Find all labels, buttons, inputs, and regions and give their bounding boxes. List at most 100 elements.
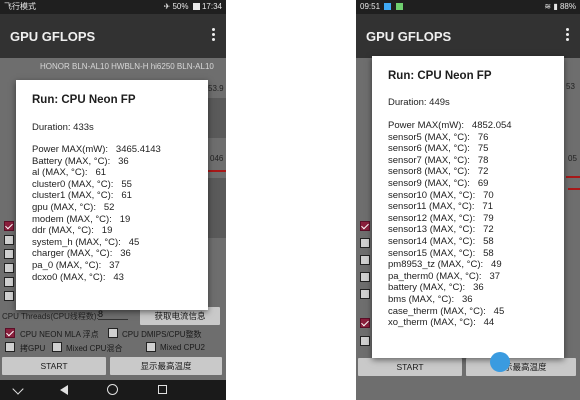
- mixed-cpu2-label: Mixed CPU2: [160, 343, 205, 352]
- recent-apps-icon[interactable]: [158, 385, 167, 394]
- cpu-threads-input[interactable]: 8: [98, 309, 128, 320]
- result-line: ddr (MAX, °C): 19: [32, 225, 113, 237]
- mixed-cpu2-checkbox[interactable]: [146, 342, 156, 352]
- result-line: battery (MAX, °C): 36: [388, 282, 484, 294]
- bg-checkbox-5[interactable]: [4, 277, 14, 287]
- dialog-duration: Duration: 433s: [32, 122, 94, 133]
- result-line: sensor11 (MAX, °C): 71: [388, 201, 493, 213]
- notification-icon: [384, 3, 392, 10]
- dialog-title: Run: CPU Neon FP: [32, 94, 136, 106]
- edge-value-mid: 046: [210, 154, 224, 163]
- graph-line-2: [568, 188, 580, 190]
- bg-checkbox-1[interactable]: [4, 221, 14, 231]
- battery-icon: [192, 3, 200, 10]
- airplane-icon: ✈: [163, 2, 171, 11]
- edge-value-top: 53.9: [208, 84, 224, 93]
- result-line: sensor12 (MAX, °C): 79: [388, 212, 494, 224]
- results-list: Power MAX(mW): 3465.4143 Battery (MAX, °…: [32, 144, 161, 283]
- device-info: HONOR BLN-AL10 HWBLN-H hi6250 BLN-AL10: [40, 62, 214, 71]
- clock: 09:51: [360, 2, 381, 11]
- result-line: sensor10 (MAX, °C): 70: [388, 189, 494, 201]
- cpu-dmips-label: CPU DMIPS/CPU整数: [122, 330, 202, 339]
- status-bar: 09:51 ≋ ▮ 88%: [356, 0, 580, 14]
- overflow-menu-icon[interactable]: [562, 28, 572, 44]
- graph-line: [208, 170, 226, 172]
- result-line: system_h (MAX, °C): 45: [32, 236, 140, 248]
- bg-checkbox-2[interactable]: [4, 235, 14, 245]
- bg-checkbox-4[interactable]: [4, 263, 14, 273]
- bg-checkbox-7[interactable]: [360, 336, 370, 346]
- result-line: sensor14 (MAX, °C): 58: [388, 235, 494, 247]
- overflow-menu-icon[interactable]: [208, 28, 218, 44]
- mixed-cpu-label: Mixed CPU混合: [66, 344, 123, 353]
- result-line: Battery (MAX, °C): 36: [32, 155, 129, 167]
- edge-value-mid: 05: [568, 154, 577, 163]
- bg-checkbox-6[interactable]: [360, 318, 370, 328]
- bg-checkbox-3[interactable]: [360, 255, 370, 265]
- bg-checkbox-1[interactable]: [360, 221, 370, 231]
- back-icon[interactable]: [60, 385, 68, 395]
- result-line: modem (MAX, °C): 19: [32, 213, 131, 225]
- result-line: sensor9 (MAX, °C): 69: [388, 177, 489, 189]
- results-list: Power MAX(mW): 4852.054 sensor5 (MAX, °C…: [388, 120, 512, 329]
- cpu-dmips-checkbox[interactable]: [108, 328, 118, 338]
- bg-checkbox-2[interactable]: [360, 238, 370, 248]
- status-right: ≋ ▮ 88%: [544, 0, 576, 14]
- start-button[interactable]: START: [358, 358, 462, 376]
- bg-checkbox-4[interactable]: [360, 272, 370, 282]
- result-line: al (MAX, °C): 61: [32, 167, 107, 179]
- result-line: pa_0 (MAX, °C): 37: [32, 259, 120, 271]
- battery-percent: 88%: [559, 2, 576, 11]
- result-line: Power MAX(mW): 3465.4143: [32, 144, 161, 155]
- watermark-circle-icon: [490, 352, 510, 372]
- graph-area-2: [208, 178, 226, 238]
- watermark-logo: [490, 352, 576, 374]
- notification-icon-2: [395, 3, 403, 10]
- result-line: cluster1 (MAX, °C): 61: [32, 190, 132, 202]
- right-phone-screen: 09:51 ≋ ▮ 88% GPU GFLOPS 53 05 START 显示最…: [356, 0, 580, 400]
- dialog-title: Run: CPU Neon FP: [388, 70, 492, 82]
- app-bar: GPU GFLOPS: [0, 14, 226, 58]
- cpu-threads-label: CPU Threads(CPU线程数):: [2, 312, 99, 321]
- cpu-neon-label: CPU NEON MLA 浮点: [20, 330, 99, 339]
- status-right: ✈ 50% 17:34: [164, 0, 222, 14]
- result-line: Power MAX(mW): 4852.054: [388, 120, 512, 131]
- results-dialog: Run: CPU Neon FP Duration: 433s Power MA…: [16, 80, 208, 310]
- result-line: pa_therm0 (MAX, °C): 37: [388, 270, 501, 282]
- cpu-neon-checkbox[interactable]: [5, 328, 15, 338]
- edge-value-top: 53: [566, 82, 575, 91]
- result-line: charger (MAX, °C): 36: [32, 248, 131, 260]
- nav-bar: [0, 380, 226, 400]
- result-line: gpu (MAX, °C): 52: [32, 201, 115, 213]
- result-line: sensor7 (MAX, °C): 78: [388, 154, 489, 166]
- result-line: cluster0 (MAX, °C): 55: [32, 178, 132, 190]
- mixed-cpu-checkbox[interactable]: [52, 342, 62, 352]
- show-max-temp-button[interactable]: 显示最高温度: [110, 357, 222, 375]
- status-left: 09:51: [360, 0, 403, 14]
- result-line: xo_therm (MAX, °C): 44: [388, 317, 495, 329]
- bg-checkbox-6[interactable]: [4, 291, 14, 301]
- app-bar: GPU GFLOPS: [356, 14, 580, 58]
- result-line: sensor8 (MAX, °C): 72: [388, 166, 489, 178]
- start-button[interactable]: START: [2, 357, 106, 375]
- status-bar: 飞行模式 ✈ 50% 17:34: [0, 0, 226, 14]
- app-title: GPU GFLOPS: [10, 29, 96, 44]
- home-icon[interactable]: [107, 384, 118, 395]
- result-line: dcxo0 (MAX, °C): 43: [32, 271, 124, 283]
- result-line: pm8953_tz (MAX, °C): 49: [388, 259, 502, 271]
- battery-percent: 50%: [172, 2, 189, 11]
- result-line: sensor15 (MAX, °C): 58: [388, 247, 494, 259]
- result-line: case_therm (MAX, °C): 45: [388, 305, 505, 317]
- graph-area: [208, 98, 226, 138]
- result-line: sensor13 (MAX, °C): 72: [388, 224, 494, 236]
- gpu-copy-checkbox[interactable]: [5, 342, 15, 352]
- battery-icon: ▮: [553, 2, 558, 11]
- app-title: GPU GFLOPS: [366, 29, 452, 44]
- chevron-down-icon[interactable]: [12, 383, 24, 395]
- results-dialog: Run: CPU Neon FP Duration: 449s Power MA…: [372, 56, 564, 358]
- bg-checkbox-5[interactable]: [360, 289, 370, 299]
- bg-checkbox-3[interactable]: [4, 249, 14, 259]
- dialog-duration: Duration: 449s: [388, 97, 450, 108]
- left-phone-screen: 飞行模式 ✈ 50% 17:34 GPU GFLOPS HONOR BLN-AL…: [0, 0, 226, 400]
- airplane-mode-text: 飞行模式: [4, 2, 36, 11]
